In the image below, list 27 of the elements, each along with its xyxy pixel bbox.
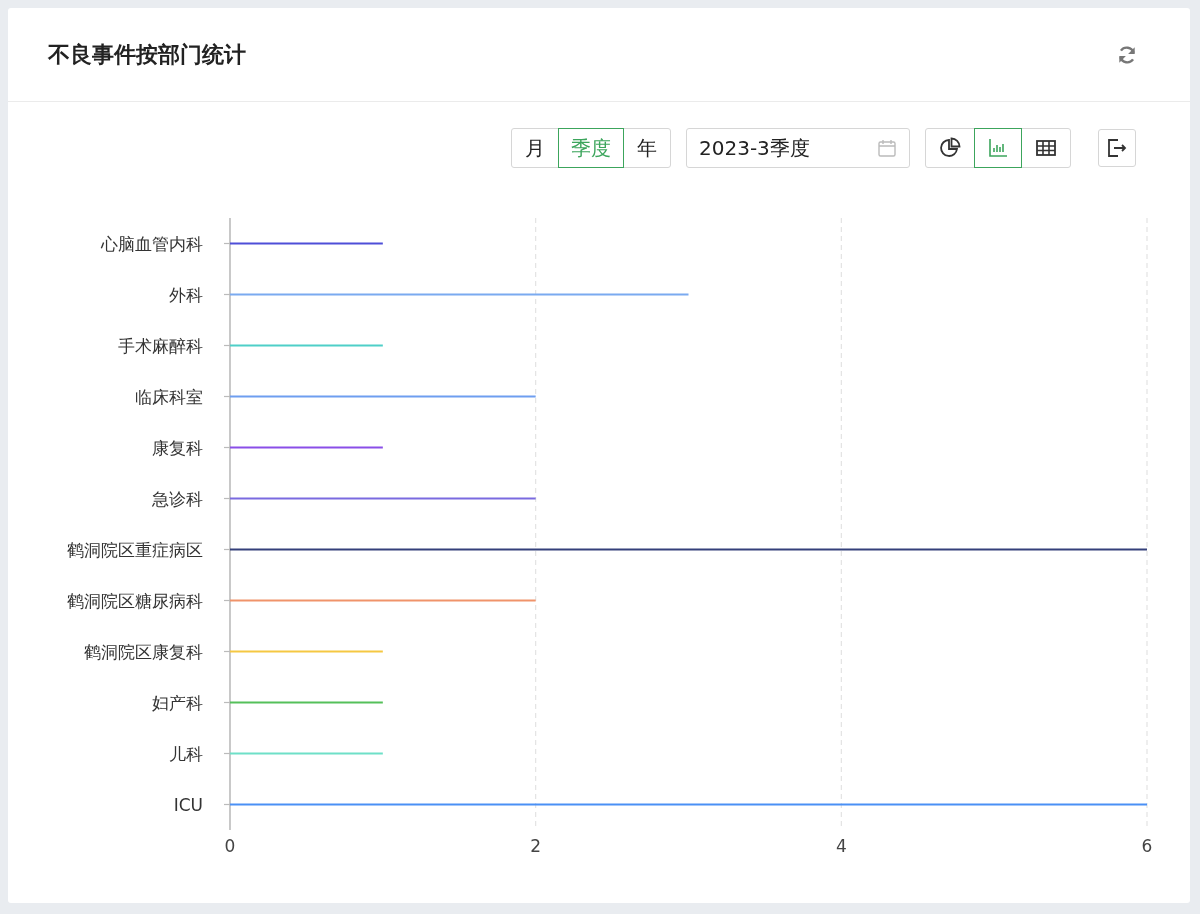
x-tick-label: 4 — [835, 836, 847, 856]
bar-chart-icon — [987, 137, 1009, 159]
pie-chart-icon — [939, 137, 961, 159]
table-icon — [1035, 137, 1057, 159]
period-tab[interactable]: 月 — [512, 128, 558, 168]
card-title: 不良事件按部门统计 — [48, 40, 246, 69]
export-icon — [1106, 137, 1128, 159]
refresh-icon[interactable] — [1116, 43, 1138, 66]
category-label: 急诊科 — [152, 488, 203, 509]
category-label: ICU — [173, 794, 203, 815]
x-tick-label: 2 — [530, 836, 542, 856]
x-tick-label: 0 — [224, 836, 236, 856]
category-label: 妇产科 — [152, 692, 203, 713]
category-label: 临床科室 — [135, 386, 203, 407]
export-button[interactable] — [1098, 129, 1136, 167]
category-label: 手术麻醉科 — [118, 335, 203, 356]
category-label: 心脑血管内科 — [101, 233, 203, 254]
x-tick-label: 6 — [1141, 836, 1153, 856]
category-label: 鹤洞院区康复科 — [84, 641, 203, 662]
category-label: 儿科 — [169, 743, 203, 764]
category-label: 鹤洞院区重症病区 — [67, 539, 203, 560]
category-label: 外科 — [169, 284, 203, 305]
period-tab[interactable]: 年 — [624, 128, 670, 168]
category-label: 康复科 — [152, 437, 203, 458]
date-field[interactable]: 2023-3季度 — [686, 128, 910, 168]
calendar-icon — [877, 138, 897, 158]
category-label: 鹤洞院区糖尿病科 — [67, 590, 203, 611]
